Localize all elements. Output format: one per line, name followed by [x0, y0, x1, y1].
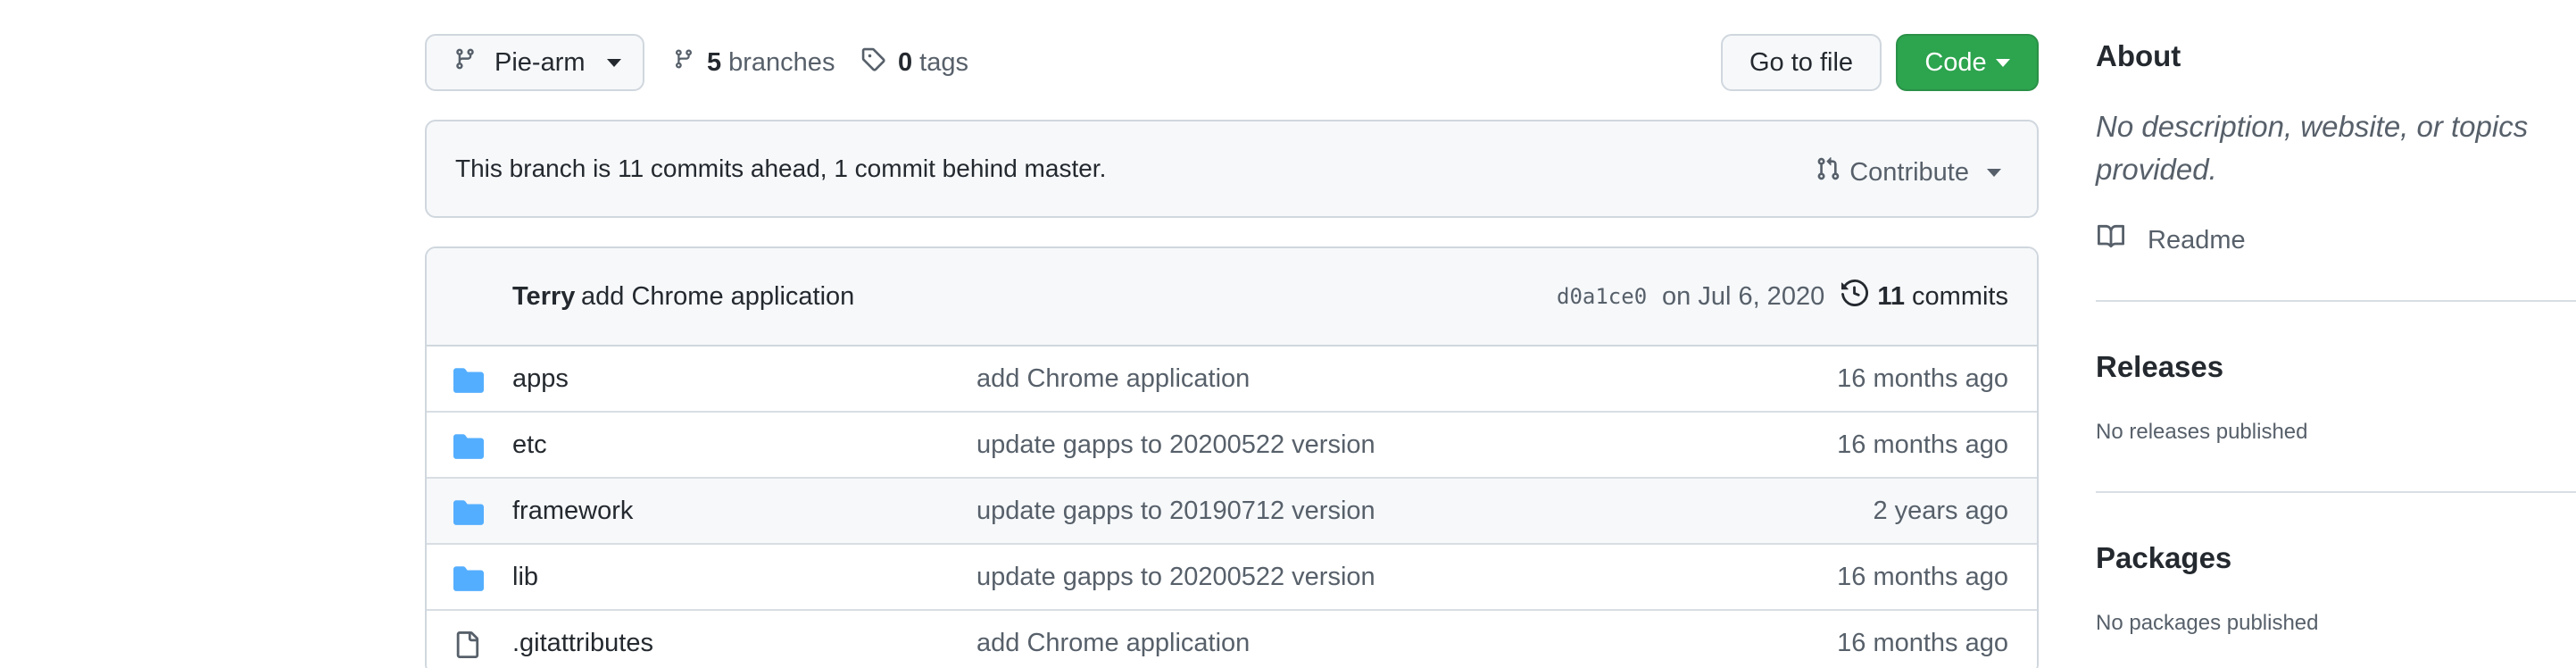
packages-note: No packages published — [2096, 611, 2319, 635]
commit-message[interactable]: add Chrome application — [581, 282, 854, 312]
file-commit-message[interactable]: update gapps to 20200522 version — [976, 563, 1375, 592]
file-name[interactable]: apps — [512, 364, 569, 394]
file-row[interactable]: .gitattributes add Chrome application 16… — [427, 611, 2037, 668]
file-age: 16 months ago — [1837, 628, 2008, 657]
branches-count: 5 — [707, 47, 722, 77]
branch-name: Pie-arm — [494, 47, 586, 77]
releases-note: No releases published — [2096, 420, 2308, 444]
git-pull-request-icon — [1816, 155, 1841, 189]
tags-link[interactable]: 0 tags — [860, 46, 968, 79]
go-to-file-button[interactable]: Go to file — [1721, 34, 1882, 91]
file-row[interactable]: apps add Chrome application 16 months ag… — [427, 347, 2037, 413]
code-button[interactable]: Code — [1896, 34, 2039, 91]
commit-author[interactable]: Terry — [512, 282, 575, 312]
file-name[interactable]: etc — [512, 430, 547, 460]
branch-status-banner: This branch is 11 commits ahead, 1 commi… — [425, 120, 2039, 218]
branch-select-button[interactable]: Pie-arm — [425, 34, 644, 91]
file-age: 16 months ago — [1837, 430, 2008, 459]
tag-icon — [860, 46, 885, 79]
chevron-down-icon — [1987, 168, 2001, 177]
readme-label: Readme — [2148, 225, 2246, 255]
file-row[interactable]: framework update gapps to 20190712 versi… — [427, 479, 2037, 545]
readme-link[interactable]: Readme — [2096, 223, 2246, 257]
file-commit-message[interactable]: update gapps to 20190712 version — [976, 497, 1375, 526]
git-branch-icon — [673, 46, 694, 79]
file-commit-message[interactable]: add Chrome application — [976, 364, 1250, 394]
branch-status-message: This branch is 11 commits ahead, 1 commi… — [455, 154, 1107, 182]
commit-sha[interactable]: d0a1ce0 — [1557, 284, 1647, 309]
contribute-dropdown[interactable]: Contribute — [1816, 155, 2001, 189]
folder-icon — [453, 498, 484, 530]
git-branch-icon — [453, 46, 477, 79]
commits-label: commits — [1912, 281, 2008, 311]
file-icon — [453, 630, 480, 664]
commits-count: 11 — [1877, 281, 1906, 311]
repo-sidebar: About No description, website, or topics… — [2096, 0, 2576, 668]
folder-icon — [453, 432, 484, 463]
contribute-label: Contribute — [1849, 157, 1969, 187]
file-age: 2 years ago — [1873, 496, 2008, 525]
file-row[interactable]: etc update gapps to 20200522 version 16 … — [427, 413, 2037, 479]
branches-link[interactable]: 5 branches — [673, 46, 835, 79]
about-description: No description, website, or topics provi… — [2096, 110, 2529, 186]
sidebar-divider — [2096, 491, 2576, 493]
file-commit-message[interactable]: update gapps to 20200522 version — [976, 430, 1375, 460]
file-name[interactable]: .gitattributes — [512, 629, 653, 658]
file-row[interactable]: lib update gapps to 20200522 version 16 … — [427, 545, 2037, 611]
folder-icon — [453, 564, 484, 596]
latest-commit-bar: Terry add Chrome application d0a1ce0 on … — [427, 248, 2037, 347]
tags-label: tags — [919, 47, 968, 77]
code-button-label: Code — [1924, 47, 1987, 77]
commits-history-link[interactable]: 11 commits — [1841, 279, 2008, 313]
sidebar-divider — [2096, 300, 2576, 302]
commit-date: on Jul 6, 2020 — [1662, 281, 1825, 311]
packages-heading[interactable]: Packages — [2096, 541, 2231, 575]
branches-label: branches — [728, 47, 835, 77]
releases-heading[interactable]: Releases — [2096, 350, 2223, 384]
repo-toolbar: Pie-arm 5 branches 0 tags Go to file Cod… — [425, 34, 2039, 93]
file-name[interactable]: framework — [512, 497, 633, 526]
file-name[interactable]: lib — [512, 563, 538, 592]
chevron-down-icon — [1995, 58, 2010, 67]
file-age: 16 months ago — [1837, 562, 2008, 591]
file-list: Terry add Chrome application d0a1ce0 on … — [425, 246, 2039, 668]
book-icon — [2096, 223, 2126, 257]
about-heading: About — [2096, 39, 2181, 72]
repo-page: Pie-arm 5 branches 0 tags Go to file Cod… — [0, 0, 2576, 668]
file-age: 16 months ago — [1837, 363, 2008, 393]
folder-icon — [453, 366, 484, 397]
history-icon — [1841, 279, 1869, 313]
tags-count: 0 — [898, 47, 913, 77]
chevron-down-icon — [606, 58, 621, 67]
file-commit-message[interactable]: add Chrome application — [976, 629, 1250, 658]
